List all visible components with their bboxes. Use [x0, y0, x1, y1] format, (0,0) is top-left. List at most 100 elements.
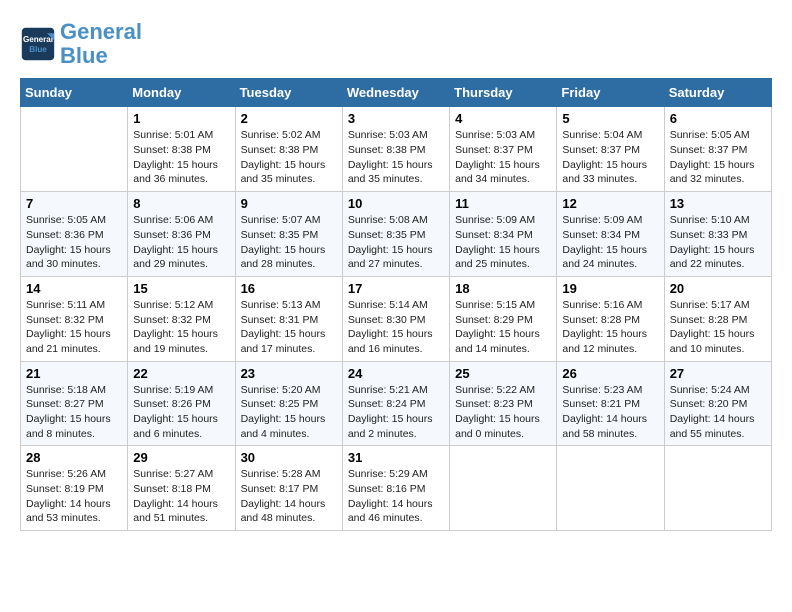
calendar-cell: 13Sunrise: 5:10 AM Sunset: 8:33 PM Dayli… [664, 192, 771, 277]
calendar-cell: 20 Sunrise: 5:17 AM Sunset: 8:28 PM Dayli… [664, 276, 771, 361]
calendar-cell: 5 Sunrise: 5:04 AM Sunset: 8:37 PM Daylig… [557, 107, 664, 192]
day-number: 21 [26, 366, 122, 381]
calendar-cell: 25Sunrise: 5:22 AM Sunset: 8:23 PM Dayli… [450, 361, 557, 446]
day-info: Sunrise: 5:22 AM Sunset: 8:23 PM Dayligh… [455, 383, 551, 442]
day-number: 29 [133, 450, 229, 465]
day-info: Sunrise: 5:18 AM Sunset: 8:27 PM Dayligh… [26, 383, 122, 442]
day-number: 23 [241, 366, 337, 381]
calendar-cell: 27 Sunrise: 5:24 AM Sunset: 8:20 PM Dayli… [664, 361, 771, 446]
day-number: 16 [241, 281, 337, 296]
day-info: Sunrise: 5:09 AM Sunset: 8:34 PM Dayligh… [455, 213, 551, 272]
logo: General Blue GeneralBlue [20, 20, 142, 68]
calendar-cell: 22 Sunrise: 5:19 AM Sunset: 8:26 PM Dayli… [128, 361, 235, 446]
svg-text:Blue: Blue [29, 45, 47, 54]
day-info: Sunrise: 5:05 AM Sunset: 8:36 PM Dayligh… [26, 213, 122, 272]
day-info: Sunrise: 5:02 AM Sunset: 8:38 PM Dayligh… [241, 128, 337, 187]
day-info: Sunrise: 5:01 AM Sunset: 8:38 PM Dayligh… [133, 128, 229, 187]
calendar-cell [450, 446, 557, 531]
day-info: Sunrise: 5:17 AM Sunset: 8:28 PM Dayligh… [670, 298, 766, 357]
calendar-cell: 15 Sunrise: 5:12 AM Sunset: 8:32 PM Dayli… [128, 276, 235, 361]
day-info: Sunrise: 5:21 AM Sunset: 8:24 PM Dayligh… [348, 383, 444, 442]
day-header-tuesday: Tuesday [235, 79, 342, 107]
day-number: 30 [241, 450, 337, 465]
day-header-friday: Friday [557, 79, 664, 107]
calendar-cell: 18Sunrise: 5:15 AM Sunset: 8:29 PM Dayli… [450, 276, 557, 361]
day-info: Sunrise: 5:08 AM Sunset: 8:35 PM Dayligh… [348, 213, 444, 272]
day-info: Sunrise: 5:05 AM Sunset: 8:37 PM Dayligh… [670, 128, 766, 187]
day-info: Sunrise: 5:23 AM Sunset: 8:21 PM Dayligh… [562, 383, 658, 442]
calendar-cell: 3 Sunrise: 5:03 AM Sunset: 8:38 PM Daylig… [342, 107, 449, 192]
calendar-cell: 10Sunrise: 5:08 AM Sunset: 8:35 PM Dayli… [342, 192, 449, 277]
calendar-cell [664, 446, 771, 531]
day-number: 13 [670, 196, 766, 211]
day-number: 6 [670, 111, 766, 126]
day-number: 1 [133, 111, 229, 126]
day-number: 19 [562, 281, 658, 296]
day-info: Sunrise: 5:03 AM Sunset: 8:37 PM Dayligh… [455, 128, 551, 187]
week-row-4: 21 Sunrise: 5:18 AM Sunset: 8:27 PM Dayli… [21, 361, 772, 446]
calendar-cell: 16 Sunrise: 5:13 AM Sunset: 8:31 PM Dayli… [235, 276, 342, 361]
days-header-row: SundayMondayTuesdayWednesdayThursdayFrid… [21, 79, 772, 107]
day-info: Sunrise: 5:20 AM Sunset: 8:25 PM Dayligh… [241, 383, 337, 442]
day-number: 22 [133, 366, 229, 381]
day-info: Sunrise: 5:13 AM Sunset: 8:31 PM Dayligh… [241, 298, 337, 357]
day-info: Sunrise: 5:03 AM Sunset: 8:38 PM Dayligh… [348, 128, 444, 187]
day-header-thursday: Thursday [450, 79, 557, 107]
day-number: 15 [133, 281, 229, 296]
day-number: 31 [348, 450, 444, 465]
calendar-cell [557, 446, 664, 531]
day-number: 2 [241, 111, 337, 126]
day-info: Sunrise: 5:07 AM Sunset: 8:35 PM Dayligh… [241, 213, 337, 272]
day-number: 5 [562, 111, 658, 126]
day-number: 11 [455, 196, 551, 211]
calendar-cell: 31 Sunrise: 5:29 AM Sunset: 8:16 PM Dayli… [342, 446, 449, 531]
calendar-cell: 21 Sunrise: 5:18 AM Sunset: 8:27 PM Dayli… [21, 361, 128, 446]
calendar-cell: 14 Sunrise: 5:11 AM Sunset: 8:32 PM Dayli… [21, 276, 128, 361]
calendar-cell: 9 Sunrise: 5:07 AM Sunset: 8:35 PM Daylig… [235, 192, 342, 277]
calendar-cell: 2 Sunrise: 5:02 AM Sunset: 8:38 PM Daylig… [235, 107, 342, 192]
day-number: 14 [26, 281, 122, 296]
day-number: 4 [455, 111, 551, 126]
day-number: 9 [241, 196, 337, 211]
day-header-saturday: Saturday [664, 79, 771, 107]
calendar-cell: 8 Sunrise: 5:06 AM Sunset: 8:36 PM Daylig… [128, 192, 235, 277]
day-number: 26 [562, 366, 658, 381]
week-row-1: 1 Sunrise: 5:01 AM Sunset: 8:38 PM Daylig… [21, 107, 772, 192]
day-info: Sunrise: 5:11 AM Sunset: 8:32 PM Dayligh… [26, 298, 122, 357]
calendar-cell: 24 Sunrise: 5:21 AM Sunset: 8:24 PM Dayli… [342, 361, 449, 446]
day-number: 27 [670, 366, 766, 381]
day-header-monday: Monday [128, 79, 235, 107]
day-info: Sunrise: 5:06 AM Sunset: 8:36 PM Dayligh… [133, 213, 229, 272]
day-number: 20 [670, 281, 766, 296]
calendar-cell: 17Sunrise: 5:14 AM Sunset: 8:30 PM Dayli… [342, 276, 449, 361]
day-info: Sunrise: 5:27 AM Sunset: 8:18 PM Dayligh… [133, 467, 229, 526]
day-info: Sunrise: 5:12 AM Sunset: 8:32 PM Dayligh… [133, 298, 229, 357]
calendar-cell: 7 Sunrise: 5:05 AM Sunset: 8:36 PM Daylig… [21, 192, 128, 277]
calendar-cell: 19Sunrise: 5:16 AM Sunset: 8:28 PM Dayli… [557, 276, 664, 361]
day-info: Sunrise: 5:09 AM Sunset: 8:34 PM Dayligh… [562, 213, 658, 272]
calendar-cell: 4 Sunrise: 5:03 AM Sunset: 8:37 PM Daylig… [450, 107, 557, 192]
day-number: 8 [133, 196, 229, 211]
day-number: 3 [348, 111, 444, 126]
calendar-cell [21, 107, 128, 192]
day-info: Sunrise: 5:19 AM Sunset: 8:26 PM Dayligh… [133, 383, 229, 442]
week-row-3: 14 Sunrise: 5:11 AM Sunset: 8:32 PM Dayli… [21, 276, 772, 361]
calendar-cell: 6 Sunrise: 5:05 AM Sunset: 8:37 PM Daylig… [664, 107, 771, 192]
calendar-cell: 1 Sunrise: 5:01 AM Sunset: 8:38 PM Daylig… [128, 107, 235, 192]
day-number: 28 [26, 450, 122, 465]
day-info: Sunrise: 5:15 AM Sunset: 8:29 PM Dayligh… [455, 298, 551, 357]
day-info: Sunrise: 5:24 AM Sunset: 8:20 PM Dayligh… [670, 383, 766, 442]
week-row-2: 7 Sunrise: 5:05 AM Sunset: 8:36 PM Daylig… [21, 192, 772, 277]
svg-text:General: General [23, 35, 53, 44]
day-header-wednesday: Wednesday [342, 79, 449, 107]
day-info: Sunrise: 5:29 AM Sunset: 8:16 PM Dayligh… [348, 467, 444, 526]
calendar-cell: 28Sunrise: 5:26 AM Sunset: 8:19 PM Dayli… [21, 446, 128, 531]
logo-text: GeneralBlue [60, 20, 142, 68]
calendar-cell: 26 Sunrise: 5:23 AM Sunset: 8:21 PM Dayli… [557, 361, 664, 446]
week-row-5: 28Sunrise: 5:26 AM Sunset: 8:19 PM Dayli… [21, 446, 772, 531]
calendar-cell: 11 Sunrise: 5:09 AM Sunset: 8:34 PM Dayli… [450, 192, 557, 277]
calendar-cell: 29 Sunrise: 5:27 AM Sunset: 8:18 PM Dayli… [128, 446, 235, 531]
day-number: 7 [26, 196, 122, 211]
day-info: Sunrise: 5:04 AM Sunset: 8:37 PM Dayligh… [562, 128, 658, 187]
day-number: 24 [348, 366, 444, 381]
